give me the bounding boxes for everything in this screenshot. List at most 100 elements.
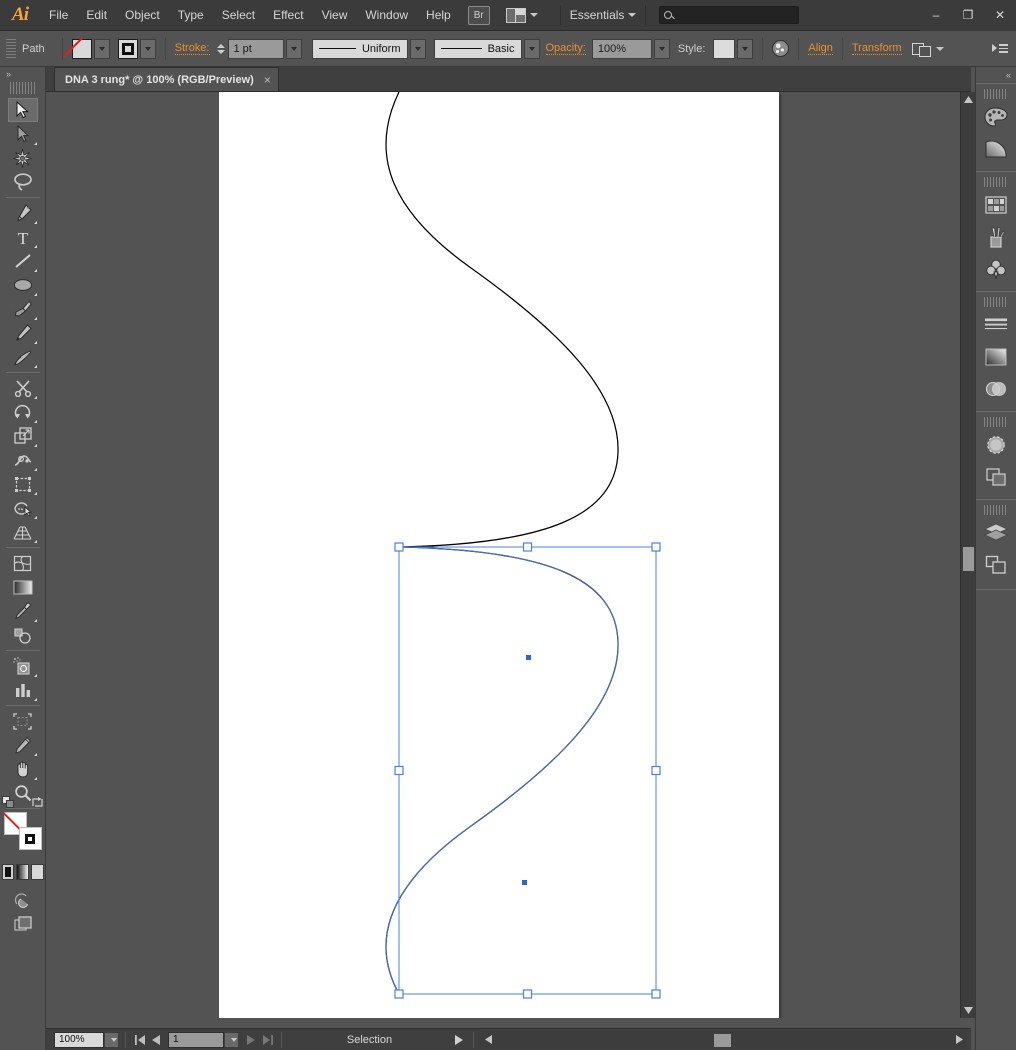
align-button[interactable]: Align <box>808 42 833 55</box>
fill-dropdown-button[interactable] <box>93 38 110 59</box>
stroke-profile-dropdown-button[interactable] <box>409 38 426 59</box>
opacity-label[interactable]: Opacity: <box>545 42 586 55</box>
arrange-documents-button[interactable] <box>505 7 538 23</box>
stroke-weight-stepper[interactable] <box>216 39 227 59</box>
line-segment-tool[interactable] <box>8 249 38 273</box>
menu-file[interactable]: File <box>40 0 77 31</box>
minimize-button[interactable]: – <box>920 0 952 31</box>
type-tool[interactable]: T <box>8 225 38 249</box>
transform-button[interactable]: Transform <box>851 42 902 55</box>
canvas-vertical-scrollbar[interactable] <box>960 92 975 1018</box>
zoom-level-value[interactable]: 100% <box>54 1031 104 1048</box>
gradient-panel-icon[interactable] <box>981 342 1011 372</box>
artboards-panel-icon[interactable] <box>981 550 1011 580</box>
opacity-control[interactable]: 100% <box>591 38 670 59</box>
opacity-value[interactable]: 100% <box>591 38 652 59</box>
control-panel-menu-button[interactable] <box>992 44 1008 53</box>
swap-fill-stroke-button[interactable] <box>31 796 44 809</box>
graphic-styles-panel-icon[interactable] <box>981 462 1011 492</box>
pencil-tool[interactable] <box>8 321 38 345</box>
eyedropper-tool[interactable] <box>8 599 38 623</box>
tools-panel-collapse-button[interactable]: » <box>0 67 45 81</box>
canvas-horizontal-scrollbar[interactable] <box>480 1031 967 1048</box>
perspective-grid-tool[interactable] <box>8 520 38 544</box>
blend-tool[interactable] <box>8 623 38 647</box>
none-mode-button[interactable] <box>30 864 44 880</box>
symbols-panel-icon[interactable] <box>981 254 1011 284</box>
artboard-tool[interactable] <box>8 709 38 733</box>
stroke-color-indicator[interactable] <box>18 827 42 850</box>
menu-help[interactable]: Help <box>417 0 460 31</box>
brush-definition-value[interactable]: Basic <box>433 38 522 59</box>
paintbrush-tool[interactable] <box>8 297 38 321</box>
scroll-left-button[interactable] <box>480 1031 496 1048</box>
shape-builder-tool[interactable] <box>8 496 38 520</box>
status-text[interactable]: Selection <box>288 1034 451 1046</box>
previous-artboard-button[interactable] <box>148 1032 164 1048</box>
default-fill-stroke-button[interactable] <box>1 796 15 809</box>
graphic-style-control[interactable] <box>713 38 754 59</box>
bridge-button[interactable]: Br <box>467 5 490 25</box>
rotate-tool[interactable] <box>8 400 38 424</box>
hand-tool[interactable] <box>8 757 38 781</box>
panel-group-grip[interactable] <box>984 417 1008 427</box>
selection-tool[interactable] <box>7 98 38 122</box>
opacity-dropdown-button[interactable] <box>653 38 670 59</box>
stroke-color-control[interactable] <box>117 38 156 59</box>
layers-panel-icon[interactable] <box>981 518 1011 548</box>
brushes-panel-icon[interactable] <box>981 222 1011 252</box>
path-anchor-points[interactable] <box>522 655 531 885</box>
artboard-number-value[interactable]: 1 <box>168 1031 224 1048</box>
symbol-sprayer-tool[interactable] <box>8 654 38 678</box>
stroke-profile-control[interactable]: Uniform <box>311 38 426 59</box>
magic-wand-tool[interactable] <box>8 146 38 170</box>
selection-handles[interactable] <box>394 542 661 999</box>
menu-edit[interactable]: Edit <box>77 0 116 31</box>
panel-dock-expand-button[interactable]: « <box>976 67 1016 83</box>
stroke-dropdown-button[interactable] <box>139 38 156 59</box>
blob-brush-tool[interactable] <box>8 345 38 369</box>
menu-window[interactable]: Window <box>356 0 417 31</box>
zoom-level-dropdown-button[interactable] <box>104 1031 119 1048</box>
last-artboard-button[interactable] <box>259 1032 275 1048</box>
maximize-button[interactable]: ❐ <box>952 0 984 31</box>
stroke-panel-icon[interactable] <box>981 310 1011 340</box>
panel-group-grip[interactable] <box>984 297 1008 307</box>
scroll-up-button[interactable] <box>961 92 976 107</box>
artboard-dropdown-button[interactable] <box>224 1031 239 1048</box>
recolor-artwork-icon[interactable] <box>772 40 790 57</box>
stroke-weight-label[interactable]: Stroke: <box>174 42 210 55</box>
fill-swatch-none-icon[interactable] <box>71 38 92 59</box>
horizontal-scroll-thumb[interactable] <box>714 1034 731 1047</box>
panel-group-grip[interactable] <box>984 505 1008 515</box>
search-input[interactable] <box>676 9 787 21</box>
color-mode-button[interactable] <box>1 864 15 880</box>
pen-tool[interactable] <box>8 201 38 225</box>
menu-select[interactable]: Select <box>213 0 264 31</box>
appearance-panel-icon[interactable] <box>981 430 1011 460</box>
scroll-down-button[interactable] <box>961 1003 976 1018</box>
next-artboard-button[interactable] <box>243 1032 259 1048</box>
close-button[interactable]: ✕ <box>984 0 1016 31</box>
scissors-tool[interactable] <box>8 376 38 400</box>
mesh-tool[interactable] <box>8 551 38 575</box>
stroke-weight-value[interactable]: 1 pt <box>227 38 284 59</box>
ellipse-tool[interactable] <box>8 273 38 297</box>
width-tool[interactable] <box>8 448 38 472</box>
isolate-selected-object-icon[interactable] <box>911 42 931 57</box>
first-artboard-button[interactable] <box>132 1032 148 1048</box>
lasso-tool[interactable] <box>8 170 38 194</box>
color-guide-panel-icon[interactable] <box>981 134 1011 164</box>
stroke-weight-dropdown-button[interactable] <box>285 38 302 59</box>
gradient-tool[interactable] <box>8 575 38 599</box>
gradient-mode-button[interactable] <box>16 864 29 880</box>
close-icon[interactable]: × <box>264 73 271 87</box>
direct-selection-tool[interactable] <box>8 122 38 146</box>
swatches-panel-icon[interactable] <box>981 190 1011 220</box>
chevron-down-icon[interactable] <box>935 46 944 51</box>
graphic-style-swatch[interactable] <box>713 38 736 59</box>
color-panel-icon[interactable] <box>981 102 1011 132</box>
screen-mode-button[interactable] <box>8 888 38 912</box>
menu-effect[interactable]: Effect <box>264 0 312 31</box>
fill-color-control[interactable] <box>71 38 110 59</box>
